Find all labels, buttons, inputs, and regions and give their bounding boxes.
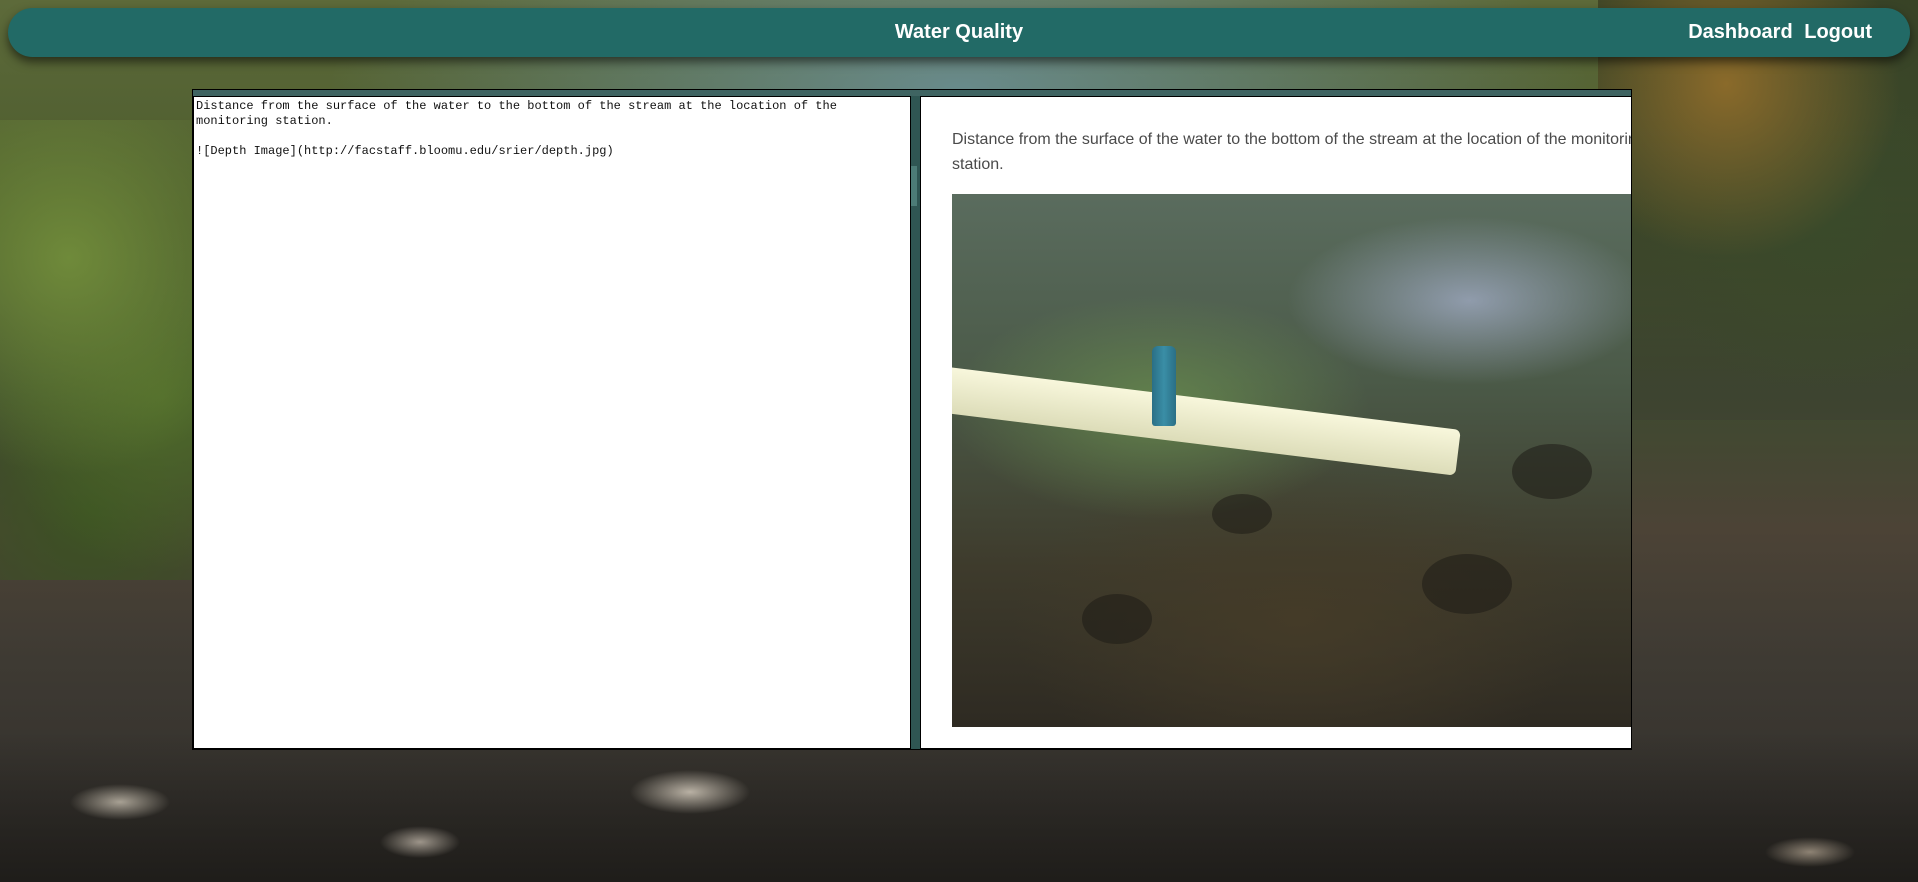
- divider-grip[interactable]: [911, 166, 917, 206]
- background-trees: [1598, 0, 1918, 420]
- app-title: Water Quality: [894, 21, 1024, 43]
- logout-link[interactable]: Logout: [1804, 21, 1872, 43]
- image-sensor: [1152, 346, 1176, 426]
- preview-paragraph: Distance from the surface of the water t…: [952, 131, 1631, 173]
- editor-pane: Distance from the surface of the water t…: [193, 96, 911, 749]
- image-stone: [1082, 594, 1152, 644]
- image-stone: [1422, 554, 1512, 614]
- dashboard-link[interactable]: Dashboard: [1688, 21, 1792, 43]
- preview-pane: Distance from the surface of the water t…: [920, 96, 1631, 749]
- background-stream-stones: [0, 732, 1918, 882]
- image-stone: [1212, 494, 1272, 534]
- depth-image: [952, 194, 1631, 727]
- nav-links: Dashboard Logout: [1688, 8, 1872, 57]
- image-stone: [1512, 444, 1592, 499]
- image-pipe: [952, 364, 1461, 476]
- markdown-textarea[interactable]: Distance from the surface of the water t…: [194, 97, 910, 748]
- markdown-editor: Distance from the surface of the water t…: [192, 89, 1632, 750]
- top-navbar: Water Quality Dashboard Logout: [8, 8, 1910, 57]
